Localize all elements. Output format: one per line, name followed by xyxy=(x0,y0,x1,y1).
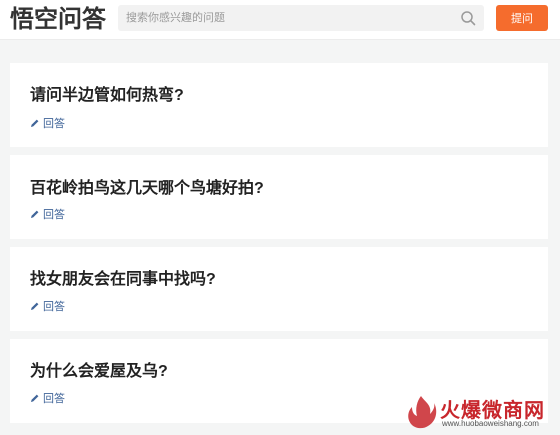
answer-button[interactable]: 回答 xyxy=(30,115,65,131)
question-card[interactable]: 请问半边管如何热弯? 回答 xyxy=(10,63,548,147)
answer-label: 回答 xyxy=(43,393,65,405)
search-input[interactable] xyxy=(118,5,448,31)
search-bar[interactable] xyxy=(118,5,484,31)
pencil-icon xyxy=(31,210,39,218)
question-title[interactable]: 请问半边管如何热弯? xyxy=(30,81,184,105)
pencil-icon xyxy=(31,394,39,402)
watermark-url: www.huobaoweishang.com xyxy=(442,419,539,428)
question-title[interactable]: 百花岭拍鸟这几天哪个鸟塘好拍? xyxy=(30,174,264,198)
question-card[interactable]: 找女朋友会在同事中找吗? 回答 xyxy=(10,247,548,331)
question-title[interactable]: 找女朋友会在同事中找吗? xyxy=(30,265,216,289)
answer-button[interactable]: 回答 xyxy=(30,298,65,314)
answer-label: 回答 xyxy=(43,118,65,130)
answer-button[interactable]: 回答 xyxy=(30,206,65,222)
ask-question-button[interactable]: 提问 xyxy=(496,5,548,31)
answer-label: 回答 xyxy=(43,301,65,313)
question-card[interactable]: 百花岭拍鸟这几天哪个鸟塘好拍? 回答 xyxy=(10,155,548,239)
site-watermark: 火爆微商网 www.huobaoweishang.com xyxy=(400,392,560,435)
top-header: 悟空问答 提问 xyxy=(0,0,560,40)
pencil-icon xyxy=(31,302,39,310)
app-logo[interactable]: 悟空问答 xyxy=(10,4,106,34)
answer-button[interactable]: 回答 xyxy=(30,390,65,406)
question-title[interactable]: 为什么会爱屋及乌? xyxy=(30,357,168,381)
search-icon[interactable] xyxy=(460,10,476,26)
fire-emblem-icon xyxy=(408,396,437,429)
answer-label: 回答 xyxy=(43,209,65,221)
pencil-icon xyxy=(31,119,39,127)
